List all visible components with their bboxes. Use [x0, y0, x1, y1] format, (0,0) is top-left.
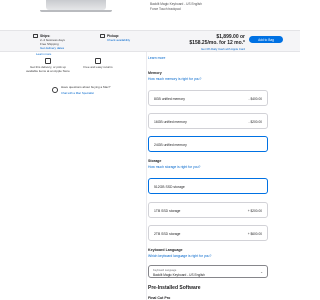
- option-price: - $400.00: [248, 97, 262, 101]
- storage-heading: Storage: [148, 159, 162, 163]
- purchase-summary-bar: Ships: 2–4 business days Free Shipping G…: [0, 30, 300, 52]
- option-label: 1TB SSD storage: [154, 209, 181, 213]
- final-cut-pro-heading: Final Cut Pro: [148, 295, 171, 300]
- keyboard-language-select[interactable]: Keyboard Language Backlit Magic Keyboard…: [148, 265, 268, 278]
- option-price: + $600.00: [247, 232, 262, 236]
- option-label: 2TB SSD storage: [154, 232, 181, 236]
- keyboard-heading: Keyboard Language: [148, 248, 183, 252]
- returns-icon: [95, 58, 101, 64]
- column-divider: [146, 52, 147, 300]
- laptop-image-base: [40, 10, 112, 12]
- chevron-down-icon: ⌄: [260, 270, 263, 274]
- storage-help-link[interactable]: How much storage is right for you?: [148, 165, 200, 169]
- product-hero: Backlit Magic Keyboard - US English Forc…: [0, 0, 300, 30]
- chat-icon: [52, 87, 58, 93]
- help-column: Learn more Get this delivery, or pick up…: [0, 52, 145, 300]
- memory-option-24gb[interactable]: 24GB unified memory: [148, 136, 268, 152]
- delivery-details-link[interactable]: Learn more: [36, 52, 51, 56]
- pickup-title: Pickup:: [107, 33, 120, 38]
- preinstalled-software-heading: Pre-Installed Software: [148, 285, 201, 291]
- learn-more-link[interactable]: Learn more: [148, 56, 165, 60]
- apple-card-link[interactable]: Get 3% Daily Cash with Apple Card: [201, 47, 245, 51]
- configurator: Learn more Memory How much memory is rig…: [148, 52, 272, 300]
- memory-option-16gb[interactable]: 16GB unified memory - $200.00: [148, 113, 268, 129]
- delivery-dates-link[interactable]: Get delivery dates: [40, 46, 64, 50]
- keyboard-select-label: Keyboard Language: [153, 268, 177, 272]
- keyboard-help-link[interactable]: Which keyboard language is right for you…: [148, 254, 211, 258]
- memory-help-link[interactable]: How much memory is right for you?: [148, 77, 201, 81]
- monthly-price: $158.25/mo. for 12 mo.*: [189, 40, 245, 46]
- returns-text: Free and easy returns: [83, 65, 113, 69]
- memory-heading: Memory: [148, 71, 162, 75]
- memory-option-8gb[interactable]: 8GB unified memory - $400.00: [148, 90, 268, 106]
- storage-option-512gb[interactable]: 512GB SSD storage: [148, 178, 268, 194]
- option-label: 16GB unified memory: [154, 120, 187, 124]
- store-icon: [100, 34, 105, 38]
- storage-option-1tb[interactable]: 1TB SSD storage + $200.00: [148, 202, 268, 218]
- delivery-icon: [45, 58, 51, 64]
- spec-trackpad: Force Touch trackpad: [150, 7, 181, 11]
- laptop-image: [46, 0, 106, 10]
- option-price: - $200.00: [248, 120, 262, 124]
- keyboard-select-value: Backlit Magic Keyboard - US English: [153, 273, 205, 277]
- questions-title: Have questions about buying a Mac?: [61, 85, 111, 89]
- option-label: 8GB unified memory: [154, 97, 185, 101]
- shipping-box-icon: [33, 34, 38, 38]
- option-price: + $200.00: [247, 209, 262, 213]
- storage-option-2tb[interactable]: 2TB SSD storage + $600.00: [148, 225, 268, 241]
- add-to-bag-button[interactable]: Add to Bag: [249, 36, 283, 43]
- option-label: 512GB SSD storage: [154, 185, 185, 189]
- ships-title: Ships:: [40, 33, 51, 38]
- check-availability-link[interactable]: Check availability: [107, 38, 130, 42]
- mac-specialist-link[interactable]: Chat with a Mac Specialist: [61, 91, 94, 95]
- option-label: 24GB unified memory: [154, 143, 187, 147]
- spec-keyboard: Backlit Magic Keyboard - US English: [150, 2, 202, 6]
- delivery-text-2: available items at an Apple Store: [26, 69, 70, 73]
